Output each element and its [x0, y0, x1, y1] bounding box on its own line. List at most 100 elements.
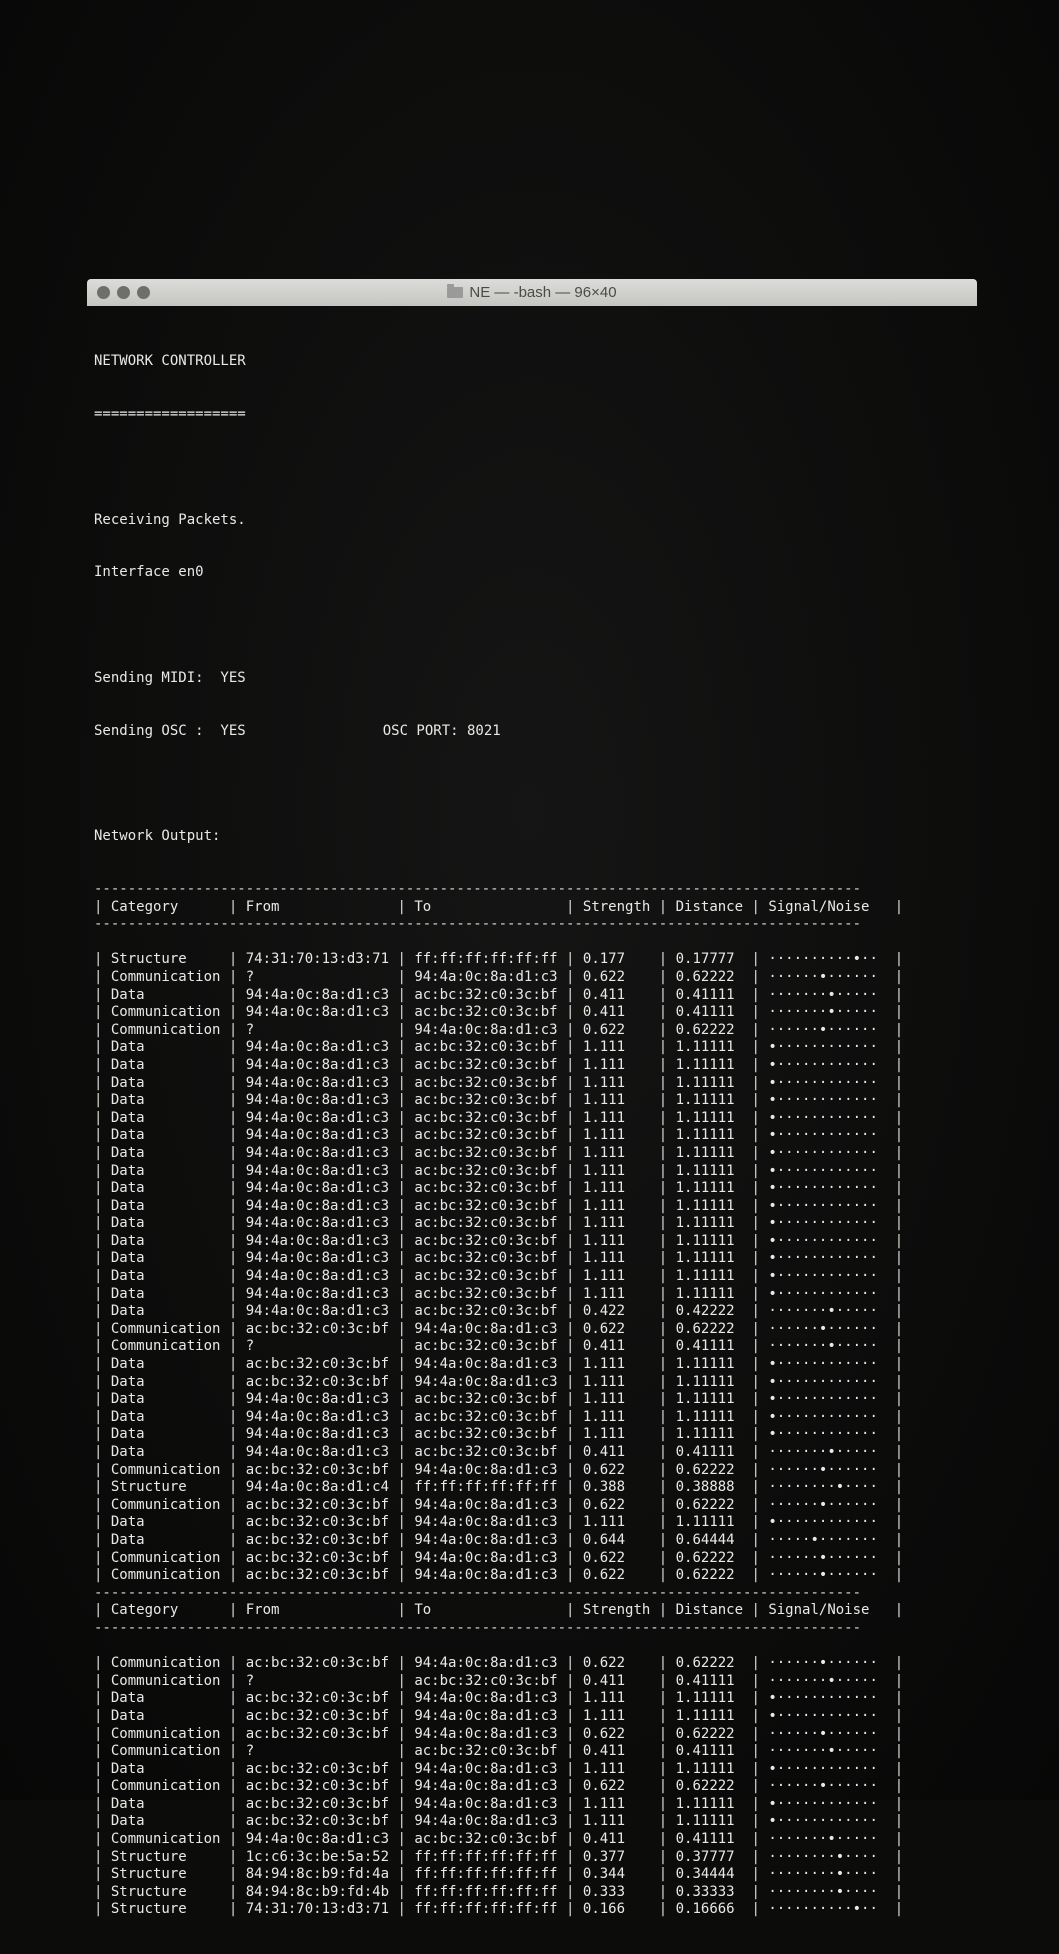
column-separator: | — [94, 1901, 111, 1918]
row-strength: 0.377 — [582, 1848, 659, 1865]
row-from: ac:bc:32:c0:3c:bf — [245, 1567, 398, 1584]
row-strength: 1.111 — [582, 1268, 659, 1285]
row-strength: 1.111 — [582, 1039, 659, 1056]
column-separator: | — [894, 968, 912, 985]
column-separator: | — [397, 1056, 415, 1073]
column-separator: | — [94, 1672, 111, 1689]
window-titlebar[interactable]: NE — -bash — 96×40 — [87, 279, 977, 306]
column-separator: | — [566, 1021, 583, 1038]
row-strength: 0.622 — [582, 1461, 659, 1478]
window-title-wrap: NE — -bash — 96×40 — [87, 279, 977, 306]
table-row: | Data | 94:4a:0c:8a:d1:c3 | ac:bc:32:c0… — [94, 987, 974, 1005]
column-separator: | — [228, 1655, 246, 1672]
row-category: Communication — [110, 1021, 229, 1038]
row-category: Communication — [110, 1549, 229, 1566]
table-row: | Structure | 84:94:8c:b9:fd:4b | ff:ff:… — [94, 1884, 974, 1902]
terminal-output[interactable]: NETWORK CONTROLLER ================== Re… — [94, 318, 974, 1917]
column-separator: | — [751, 1707, 769, 1724]
row-distance: 1.11111 — [675, 1144, 752, 1161]
column-separator: | — [894, 986, 912, 1003]
sending-osc-line: Sending OSC : YES OSC PORT: 8021 — [94, 723, 974, 741]
row-distance: 1.11111 — [675, 1197, 752, 1214]
row-strength: 1.111 — [582, 1109, 659, 1126]
row-strength: 0.411 — [582, 1444, 659, 1460]
column-separator: | — [228, 1144, 246, 1161]
column-separator: | — [751, 1250, 769, 1267]
row-to: ac:bc:32:c0:3c:bf — [414, 1250, 567, 1267]
row-distance: 0.41111 — [675, 1672, 752, 1689]
column-separator: | — [228, 1004, 246, 1021]
row-from: ? — [245, 1338, 398, 1355]
row-category: Structure — [110, 1901, 229, 1918]
column-separator: | — [658, 1268, 676, 1285]
column-separator: | — [751, 986, 769, 1003]
column-separator: | — [228, 1707, 246, 1724]
row-from: ac:bc:32:c0:3c:bf — [245, 1496, 398, 1513]
column-separator: | — [894, 1479, 912, 1496]
row-from: ac:bc:32:c0:3c:bf — [245, 1356, 398, 1373]
row-distance: 1.11111 — [675, 1232, 752, 1249]
column-separator: | — [566, 1901, 583, 1918]
column-separator: | — [397, 1127, 415, 1144]
row-category: Structure — [110, 1883, 229, 1900]
row-to: 94:4a:0c:8a:d1:c3 — [414, 1021, 567, 1038]
column-separator: | — [751, 1602, 769, 1619]
column-separator: | — [228, 1725, 246, 1742]
row-distance: 1.11111 — [675, 1795, 752, 1812]
column-separator: | — [228, 1479, 246, 1496]
row-strength: 0.411 — [582, 1743, 659, 1760]
column-separator: | — [658, 1672, 676, 1689]
column-separator: | — [566, 1056, 583, 1073]
row-from: 94:4a:0c:8a:d1:c3 — [245, 1391, 398, 1408]
column-separator: | — [658, 1901, 676, 1918]
row-from: ? — [245, 1672, 398, 1689]
column-separator: | — [894, 1285, 912, 1302]
row-signal-noise: ······•······ — [768, 1021, 895, 1038]
row-to: 94:4a:0c:8a:d1:c3 — [414, 1778, 567, 1795]
row-signal-noise: ······•······ — [768, 1549, 895, 1566]
column-separator: | — [94, 1250, 111, 1267]
row-strength: 0.177 — [582, 951, 659, 968]
column-separator: | — [397, 1144, 415, 1161]
column-separator: | — [397, 1725, 415, 1742]
row-signal-noise: ·······•····· — [768, 1004, 895, 1021]
network-output-table: ----------------------------------------… — [94, 881, 974, 1919]
row-category: Structure — [110, 1848, 229, 1865]
column-separator: | — [894, 1303, 912, 1320]
column-separator: | — [894, 1232, 912, 1249]
column-separator: | — [658, 1655, 676, 1672]
table-row: | Data | 94:4a:0c:8a:d1:c3 | ac:bc:32:c0… — [94, 1444, 974, 1462]
column-separator: | — [894, 1373, 912, 1390]
table-row: | Data | 94:4a:0c:8a:d1:c3 | ac:bc:32:c0… — [94, 1075, 974, 1093]
row-signal-noise: •············ — [768, 1690, 895, 1707]
row-from: 94:4a:0c:8a:d1:c3 — [245, 1215, 398, 1232]
column-separator: | — [94, 1056, 111, 1073]
row-to: ac:bc:32:c0:3c:bf — [414, 1338, 567, 1355]
column-separator: | — [751, 1795, 769, 1812]
row-signal-noise: •············ — [768, 1285, 895, 1302]
row-to: ff:ff:ff:ff:ff:ff — [414, 1866, 567, 1883]
table-row: | Data | 94:4a:0c:8a:d1:c3 | ac:bc:32:c0… — [94, 1215, 974, 1233]
column-separator: | — [751, 1567, 769, 1584]
row-signal-noise: ········•···· — [768, 1883, 895, 1900]
row-signal-noise: •············ — [768, 1356, 895, 1373]
column-separator: | — [658, 951, 676, 968]
column-separator: | — [566, 1567, 583, 1584]
column-separator: | — [751, 1426, 769, 1443]
column-separator: | — [94, 1883, 111, 1900]
column-separator: | — [894, 1531, 912, 1548]
row-strength: 1.111 — [582, 1180, 659, 1197]
column-separator: | — [397, 1707, 415, 1724]
row-from: 94:4a:0c:8a:d1:c3 — [245, 986, 398, 1003]
column-separator: | — [566, 986, 583, 1003]
row-from: 84:94:8c:b9:fd:4a — [245, 1866, 398, 1883]
column-header: To — [414, 1602, 567, 1619]
row-strength: 0.411 — [582, 1672, 659, 1689]
column-separator: | — [751, 1197, 769, 1214]
column-separator: | — [894, 1725, 912, 1742]
column-separator: | — [397, 1285, 415, 1302]
table-row: | Communication | ? | ac:bc:32:c0:3c:bf … — [94, 1338, 974, 1356]
column-separator: | — [94, 1320, 111, 1337]
column-separator: | — [894, 1848, 912, 1865]
row-from: ac:bc:32:c0:3c:bf — [245, 1778, 398, 1795]
